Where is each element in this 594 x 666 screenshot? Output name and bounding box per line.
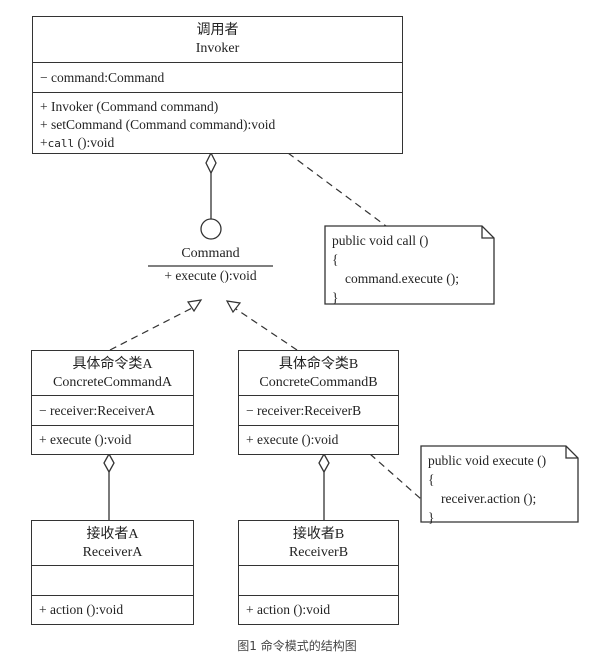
figure-caption: 图1 命令模式的结构图 — [237, 639, 357, 653]
operations-section: + Invoker (Command command) + setCommand… — [33, 93, 402, 153]
class-name-en: ConcreteCommandB — [259, 375, 378, 390]
class-header: 调用者 Invoker — [33, 17, 402, 63]
note-anchor-call — [287, 152, 387, 227]
class-name-en: Invoker — [195, 41, 240, 56]
note-line: public void execute () — [428, 453, 547, 468]
interface-lollipop-icon — [200, 218, 222, 240]
class-name-en: ConcreteCommandA — [53, 375, 172, 390]
attribute: − receiver:ReceiverA — [39, 403, 155, 418]
note-line: } — [428, 510, 435, 525]
aggregation-diamond-icon — [103, 452, 115, 474]
class-invoker: 调用者 Invoker − command:Command + Invoker … — [32, 16, 403, 154]
note-line: public void call () — [332, 233, 429, 248]
attribute: − receiver:ReceiverB — [246, 403, 362, 418]
operations-section: + execute ():void — [239, 426, 398, 449]
attributes-section: − receiver:ReceiverA — [32, 396, 193, 426]
attribute: − command:Command — [40, 70, 165, 85]
class-name-cn: 调用者 — [196, 23, 239, 38]
class-name-cn: 具体命令类A — [72, 357, 153, 372]
class-concrete-command-a: 具体命令类A ConcreteCommandA − receiver:Recei… — [31, 350, 194, 455]
operations-section: + action ():void — [32, 596, 193, 619]
class-name-cn: 接收者A — [86, 527, 139, 542]
note-line: { — [332, 252, 339, 267]
note-call: public void call () { command.execute ()… — [325, 226, 494, 305]
interface-operation: + execute ():void — [164, 268, 257, 283]
realization-concrete-a — [109, 299, 203, 351]
operation: + execute ():void — [39, 432, 132, 447]
operation: + setCommand (Command command):void — [40, 117, 276, 132]
note-execute: public void execute () { receiver.action… — [421, 446, 578, 525]
operation: + execute ():void — [246, 432, 339, 447]
hollow-arrowhead-icon — [225, 300, 242, 314]
attributes-section — [32, 566, 193, 596]
class-receiver-a: 接收者A ReceiverA + action ():void — [31, 520, 194, 625]
class-header: 具体命令类B ConcreteCommandB — [239, 351, 398, 396]
class-header: 接收者B ReceiverB — [239, 521, 398, 566]
realization-concrete-b — [225, 300, 298, 351]
operation: + Invoker (Command command) — [40, 99, 219, 114]
class-name-cn: 接收者B — [292, 527, 345, 542]
operation: + action ():void — [246, 602, 331, 617]
note-line: } — [332, 290, 339, 305]
aggregation-a-receiver — [103, 452, 115, 520]
operations-section: + execute ():void — [32, 426, 193, 449]
aggregation-invoker-command — [200, 151, 222, 240]
note-anchor-execute — [369, 453, 422, 500]
class-name-en: ReceiverA — [82, 545, 143, 560]
interface-name: Command — [181, 246, 240, 261]
operations-section: + action ():void — [239, 596, 398, 619]
attributes-section: − command:Command — [33, 63, 402, 93]
class-name-en: ReceiverB — [288, 545, 349, 560]
note-line: command.execute (); — [345, 271, 459, 286]
attributes-section — [239, 566, 398, 596]
note-line: receiver.action (); — [441, 491, 537, 506]
class-name-cn: 具体命令类B — [278, 357, 359, 372]
class-concrete-command-b: 具体命令类B ConcreteCommandB − receiver:Recei… — [238, 350, 399, 455]
class-header: 接收者A ReceiverA — [32, 521, 193, 566]
operation: + action ():void — [39, 602, 124, 617]
aggregation-diamond-icon — [318, 452, 330, 474]
aggregation-b-receiver — [318, 452, 330, 520]
class-header: 具体命令类A ConcreteCommandA — [32, 351, 193, 396]
note-line: { — [428, 472, 435, 487]
attributes-section: − receiver:ReceiverB — [239, 396, 398, 426]
class-receiver-b: 接收者B ReceiverB + action ():void — [238, 520, 399, 625]
operation: +call ():void — [40, 135, 115, 150]
aggregation-diamond-icon — [205, 151, 217, 175]
